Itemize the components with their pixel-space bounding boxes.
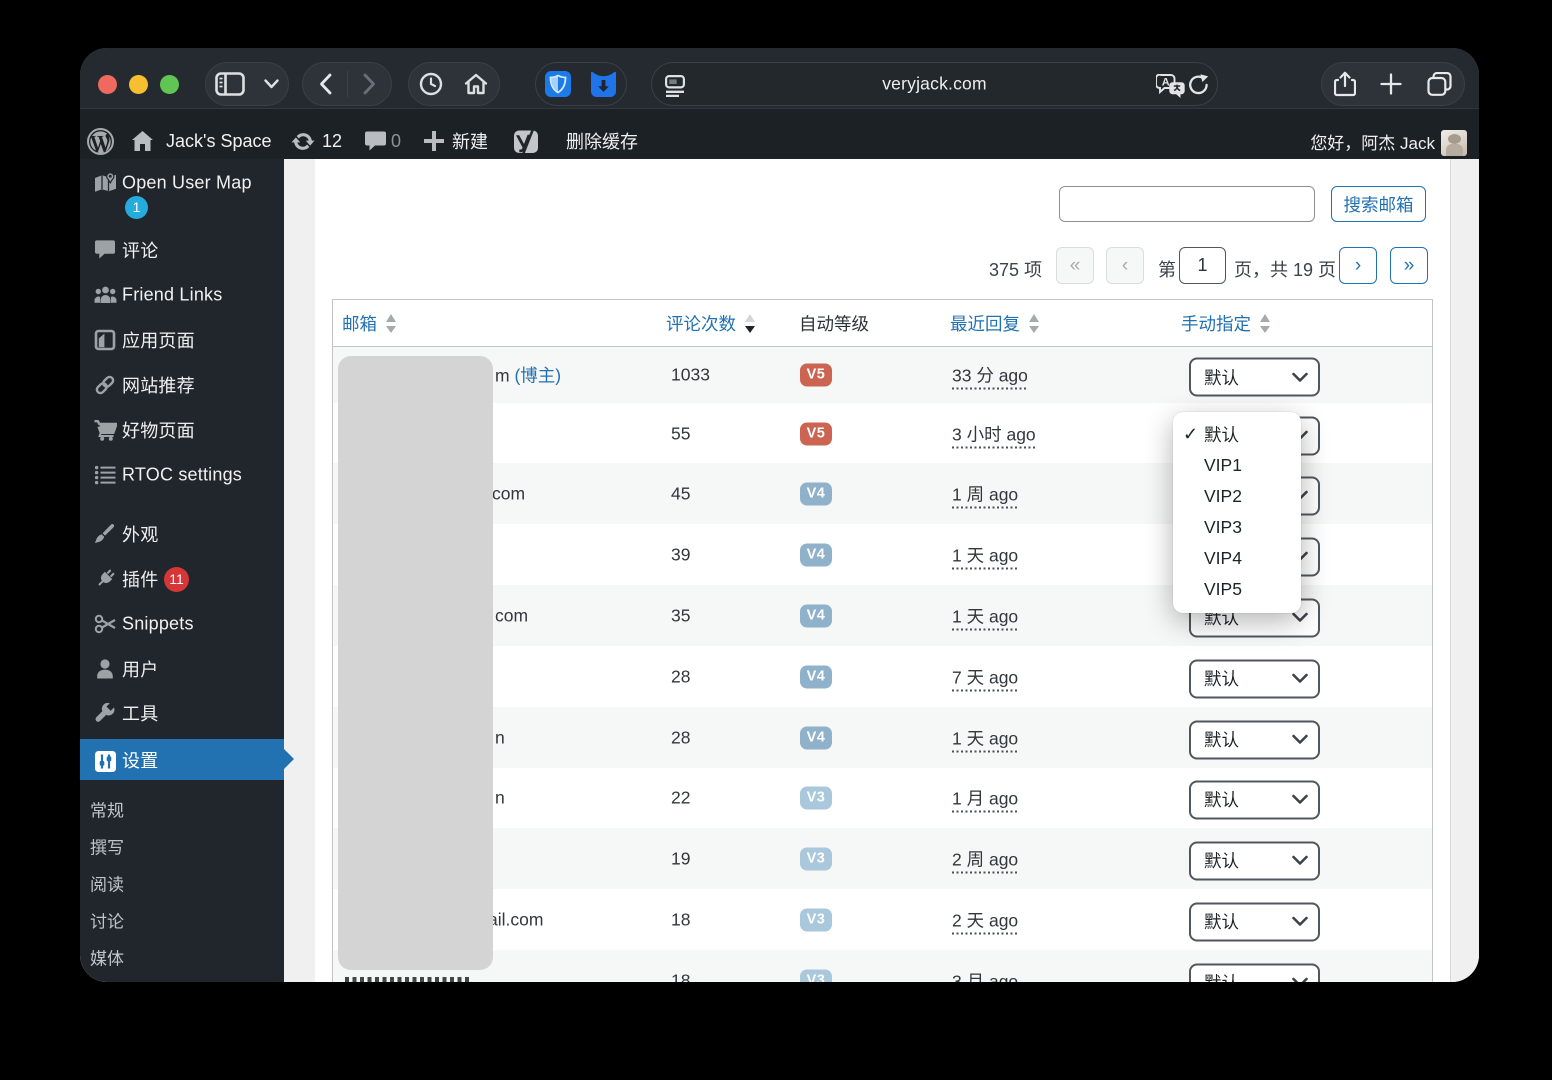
svg-text:A: A bbox=[1162, 77, 1170, 89]
